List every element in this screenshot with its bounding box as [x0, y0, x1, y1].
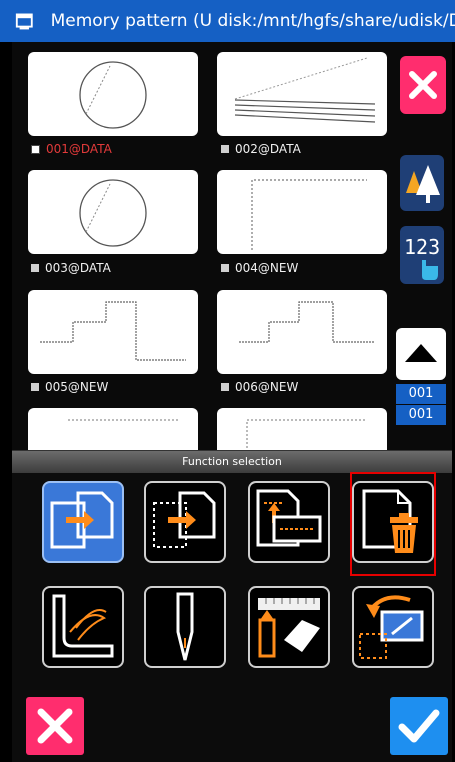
corner-pattern-icon [251, 179, 367, 250]
step-pattern-icon [40, 301, 186, 361]
move-file-icon [153, 491, 216, 548]
move-button[interactable] [144, 481, 226, 563]
pattern-label-003[interactable]: 003@DATA [31, 261, 111, 275]
confirm-button[interactable] [390, 697, 448, 755]
pattern-thumbnail-006[interactable] [217, 290, 387, 374]
pattern-thumbnail-007[interactable] [28, 408, 198, 450]
pattern-thumbnail-001[interactable] [28, 52, 198, 136]
pattern-label-005[interactable]: 005@NEW [31, 380, 108, 394]
needle-icon [176, 592, 194, 661]
page-up-button[interactable] [396, 328, 446, 380]
circle-pattern-icon [79, 61, 147, 129]
copy-button[interactable] [42, 481, 124, 563]
ruler-eraser-button[interactable] [248, 586, 330, 668]
pattern-thumbnail-002[interactable] [217, 52, 387, 136]
pattern-thumbnail-005[interactable] [28, 290, 198, 374]
checkbox-icon[interactable] [221, 264, 229, 272]
app-window-icon [15, 13, 33, 30]
copy-file-icon [50, 491, 114, 549]
lines-pattern-icon [234, 57, 376, 123]
window-title: Memory pattern (U disk:/mnt/hgfs/share/u… [50, 11, 455, 31]
save-as-button[interactable] [248, 481, 330, 563]
selection-highlight [350, 472, 436, 576]
cancel-button[interactable] [26, 697, 84, 755]
circle-pattern-icon [79, 179, 147, 247]
close-icon [37, 708, 73, 744]
current-page: 001 [396, 384, 446, 404]
close-icon [409, 71, 437, 99]
dialog-title: Function selection [12, 451, 452, 473]
step-pattern-icon [239, 301, 375, 343]
total-pages: 001 [396, 405, 446, 425]
pattern-label-006[interactable]: 006@NEW [221, 380, 298, 394]
transform-button[interactable] [352, 586, 434, 668]
pattern-label-001[interactable]: 001@DATA [31, 142, 112, 156]
checkbox-icon[interactable] [31, 264, 39, 272]
number-touch-icon: 123 [404, 235, 440, 280]
pattern-thumbnail-003[interactable] [28, 170, 198, 254]
pattern-thumbnail-004[interactable] [217, 170, 387, 254]
svg-text:123: 123 [404, 235, 440, 259]
save-as-file-icon [256, 489, 322, 547]
number-input-button[interactable]: 123 [400, 226, 444, 284]
ruler-eraser-icon [258, 598, 320, 658]
needle-button[interactable] [144, 586, 226, 668]
checkbox-icon[interactable] [221, 383, 229, 391]
title-bar: Memory pattern (U disk:/mnt/hgfs/share/u… [0, 0, 455, 42]
stitch-edit-icon [52, 594, 114, 658]
checkmark-icon [398, 709, 440, 743]
up-arrow-icon [405, 344, 437, 362]
checkbox-icon[interactable] [31, 383, 39, 391]
close-button[interactable] [400, 56, 446, 114]
checkbox-icon[interactable] [31, 144, 40, 154]
checkbox-icon[interactable] [221, 145, 229, 153]
tree-icon [406, 165, 440, 203]
stitch-edit-button[interactable] [42, 586, 124, 668]
pattern-preview-icon [68, 419, 178, 421]
pattern-preview-icon [246, 419, 367, 448]
pattern-label-004[interactable]: 004@NEW [221, 261, 298, 275]
pattern-thumbnail-008[interactable] [217, 408, 387, 450]
transform-scale-icon [359, 595, 424, 659]
pattern-label-002[interactable]: 002@DATA [221, 142, 301, 156]
folder-tree-button[interactable] [400, 155, 444, 211]
